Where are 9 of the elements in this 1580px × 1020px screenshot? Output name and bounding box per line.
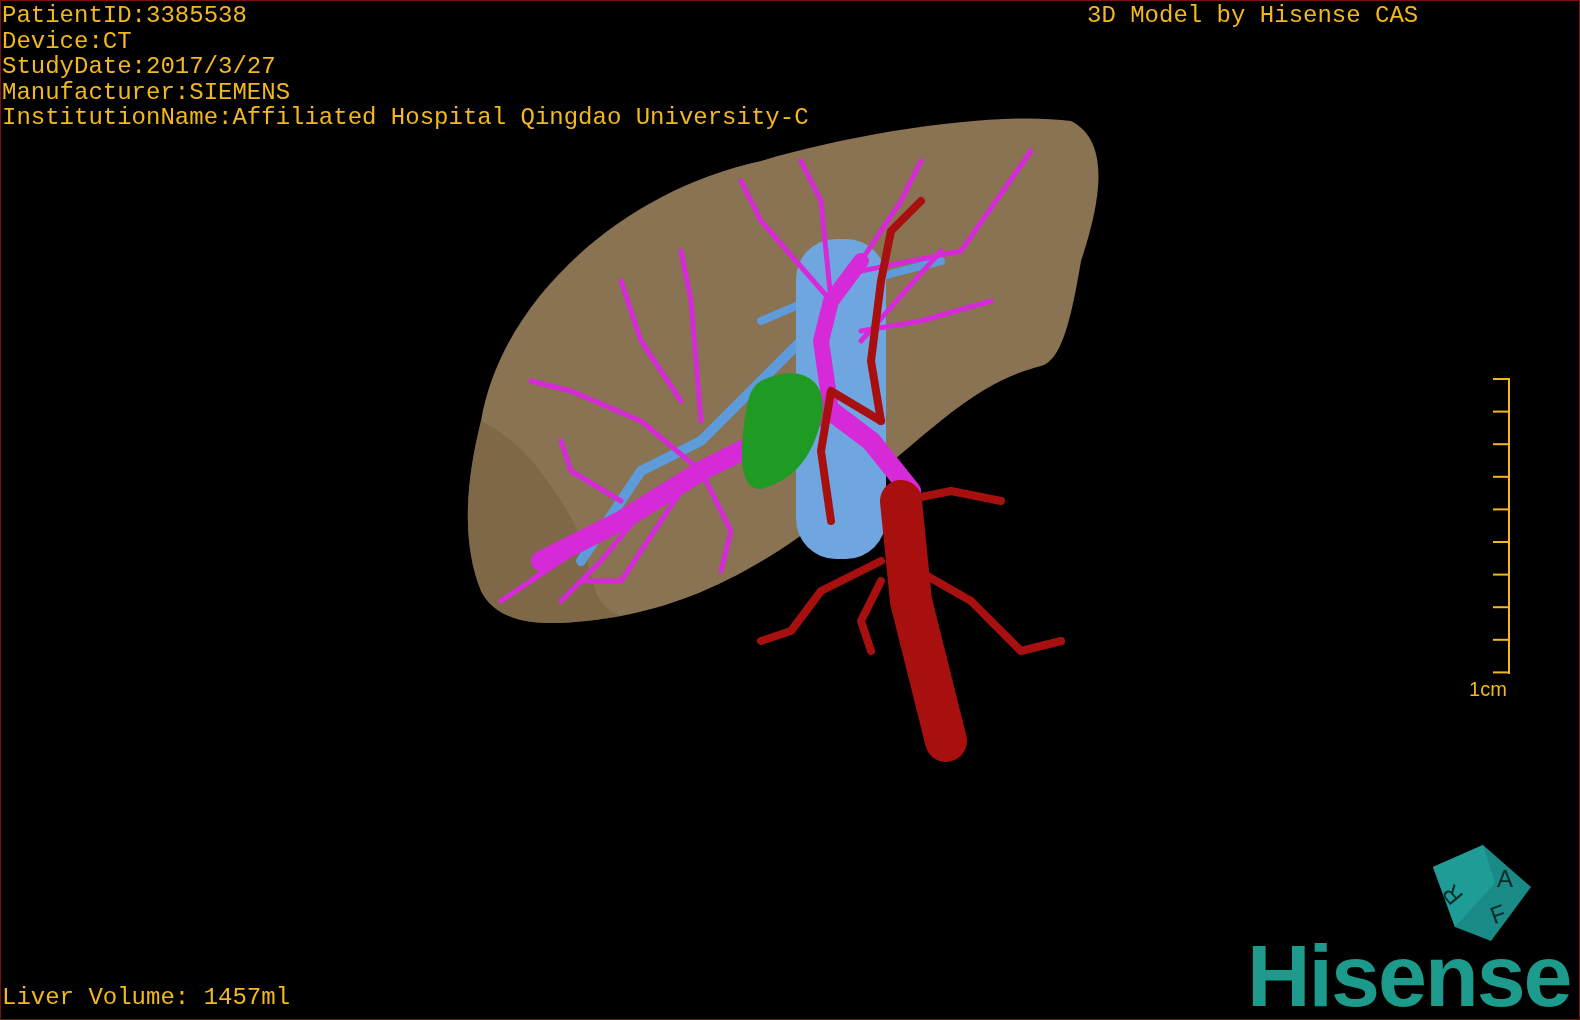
- model-title: 3D Model by Hisense CAS: [1087, 3, 1419, 29]
- patient-info-line: PatientID:3385538: [2, 3, 248, 29]
- patient-info-line: StudyDate:2017/3/27: [2, 54, 277, 80]
- patient-info-line: InstitutionName:Affiliated Hospital Qingdao University-C: [2, 105, 809, 131]
- scale-label: 1cm: [1469, 679, 1507, 699]
- brand-logo: Hisense: [1247, 931, 1571, 1019]
- patient-info-line: Device:CT: [2, 28, 133, 55]
- liver-volume: Liver Volume: 1457ml: [2, 985, 291, 1011]
- patient-info-line: Manufacturer:SIEMENS: [2, 79, 292, 106]
